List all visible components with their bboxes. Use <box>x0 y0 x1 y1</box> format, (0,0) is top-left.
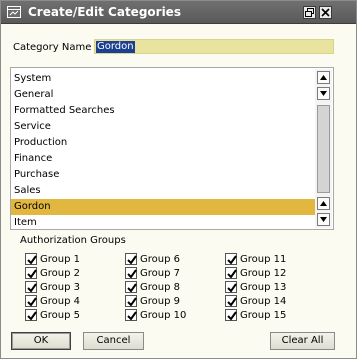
category-name-input[interactable]: Gordon <box>94 39 334 54</box>
check-icon <box>127 283 137 293</box>
check-icon <box>27 269 37 279</box>
check-icon <box>127 297 137 307</box>
check-icon <box>227 297 237 307</box>
group-label: Group 6 <box>140 254 180 265</box>
clear-all-button[interactable]: Clear All <box>270 332 335 350</box>
checkbox[interactable] <box>125 267 137 279</box>
group-label: Group 15 <box>240 310 287 321</box>
checkbox[interactable] <box>225 295 237 307</box>
checkbox[interactable] <box>25 281 37 293</box>
group-label: Group 12 <box>240 268 287 279</box>
check-icon <box>227 269 237 279</box>
scroll-page-down-button[interactable] <box>317 87 330 100</box>
check-icon <box>27 255 37 265</box>
checkbox[interactable] <box>225 309 237 321</box>
check-icon <box>227 283 237 293</box>
restore-button[interactable] <box>303 6 316 19</box>
list-item[interactable]: Item <box>11 215 316 229</box>
checkbox[interactable] <box>125 309 137 321</box>
checkbox[interactable] <box>25 267 37 279</box>
check-icon <box>127 311 137 321</box>
scroll-up-icon <box>320 75 327 80</box>
checkbox[interactable] <box>225 281 237 293</box>
list-scrollbar[interactable] <box>315 69 332 228</box>
category-name-value: Gordon <box>96 41 135 53</box>
list-item[interactable]: General <box>11 87 316 103</box>
authorization-groups-title: Authorization Groups <box>20 235 126 246</box>
scroll-down-button[interactable] <box>317 213 330 226</box>
group-label: Group 13 <box>240 282 287 293</box>
checkbox[interactable] <box>225 253 237 265</box>
group-label: Group 3 <box>40 282 80 293</box>
group-label: Group 5 <box>40 310 80 321</box>
scroll-thumb[interactable] <box>317 105 330 193</box>
list-item[interactable]: Formatted Searches <box>11 103 316 119</box>
group-label: Group 8 <box>140 282 180 293</box>
list-item[interactable]: Purchase <box>11 167 316 183</box>
cancel-button[interactable]: Cancel <box>83 332 144 350</box>
list-item[interactable]: Production <box>11 135 316 151</box>
check-icon <box>27 311 37 321</box>
list-item[interactable]: Finance <box>11 151 316 167</box>
checkbox[interactable] <box>225 267 237 279</box>
check-icon <box>227 255 237 265</box>
group-label: Group 7 <box>140 268 180 279</box>
category-list[interactable]: System General Formatted Searches Servic… <box>10 67 334 230</box>
checkbox[interactable] <box>125 281 137 293</box>
group-label: Group 11 <box>240 254 287 265</box>
group-label: Group 2 <box>40 268 80 279</box>
checkbox[interactable] <box>25 295 37 307</box>
group-label: Group 9 <box>140 296 180 307</box>
scroll-up-icon <box>320 201 327 206</box>
check-icon <box>27 283 37 293</box>
scroll-up-button[interactable] <box>317 71 330 84</box>
check-icon <box>227 311 237 321</box>
checkbox[interactable] <box>25 253 37 265</box>
checkbox[interactable] <box>125 253 137 265</box>
dialog-window: Create/Edit Categories Category Name Gor… <box>0 0 357 359</box>
list-item[interactable]: Sales <box>11 183 316 199</box>
group-label: Group 4 <box>40 296 80 307</box>
group-label: Group 14 <box>240 296 287 307</box>
window-icon <box>7 6 21 18</box>
ok-button[interactable]: OK <box>11 332 71 350</box>
category-name-label: Category Name <box>13 42 92 53</box>
check-icon <box>127 269 137 279</box>
check-icon <box>27 297 37 307</box>
list-item-selected[interactable]: Gordon <box>11 199 316 215</box>
title-bar[interactable]: Create/Edit Categories <box>1 1 356 24</box>
close-icon <box>321 8 330 17</box>
scroll-down-icon <box>320 217 327 222</box>
list-item[interactable]: Service <box>11 119 316 135</box>
checkbox[interactable] <box>125 295 137 307</box>
close-button[interactable] <box>319 6 332 19</box>
list-item[interactable]: System <box>11 71 316 87</box>
checkbox[interactable] <box>25 309 37 321</box>
group-label: Group 1 <box>40 254 80 265</box>
restore-icon <box>305 8 314 17</box>
check-icon <box>127 255 137 265</box>
group-label: Group 10 <box>140 310 187 321</box>
window-title: Create/Edit Categories <box>28 5 181 19</box>
scroll-page-up-button[interactable] <box>317 197 330 210</box>
scroll-down-icon <box>320 91 327 96</box>
